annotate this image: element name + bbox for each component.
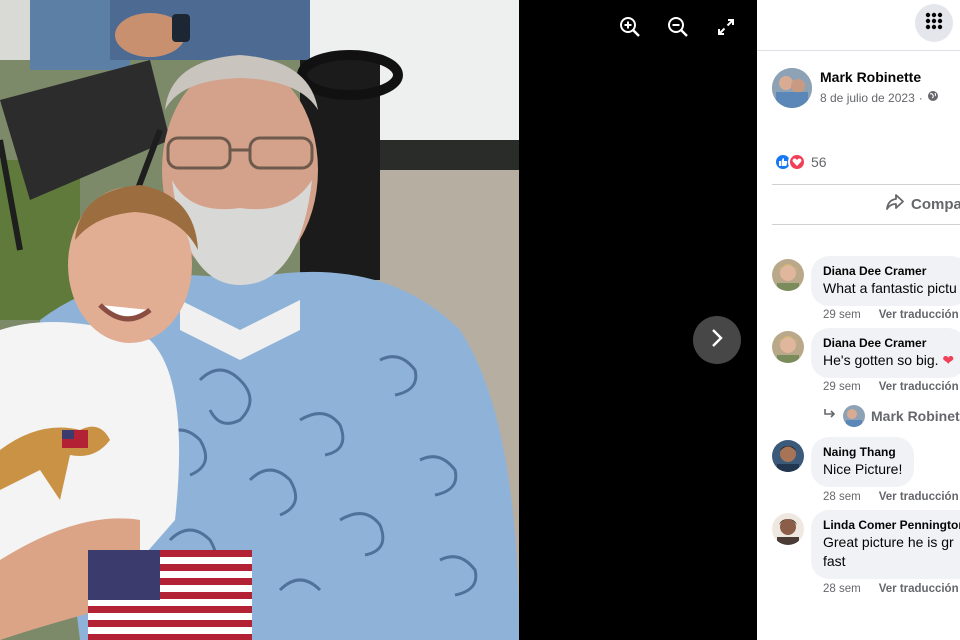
reactions-summary[interactable]: 56: [774, 153, 827, 171]
photo-viewer: [0, 0, 757, 640]
zoom-in-button[interactable]: [612, 14, 648, 44]
comment-actions: 28 sem Ver traducción: [823, 491, 959, 503]
comment-text: Nice Picture!: [823, 461, 903, 477]
avatar[interactable]: [772, 440, 804, 472]
comment-bubble: Diana Dee Cramer He's gotten so big. ❤: [811, 328, 960, 378]
comment-time[interactable]: 29 sem: [823, 309, 861, 321]
reaction-count: 56: [811, 154, 827, 170]
comment-text-body: He's gotten so big.: [823, 352, 943, 368]
grid-menu-icon: [924, 11, 944, 36]
translate-link[interactable]: Ver traducción: [879, 491, 959, 503]
post-photo[interactable]: [0, 0, 519, 640]
share-button[interactable]: Compa: [885, 193, 960, 216]
view-reply-button[interactable]: Mark Robinet: [823, 405, 960, 427]
avatar[interactable]: [772, 68, 812, 108]
avatar[interactable]: [772, 513, 804, 545]
comment-time[interactable]: 29 sem: [823, 381, 861, 393]
comment-time[interactable]: 28 sem: [823, 491, 861, 503]
love-icon: [788, 153, 806, 171]
comment-author[interactable]: Diana Dee Cramer: [823, 263, 957, 279]
translate-link[interactable]: Ver traducción: [879, 583, 959, 595]
comment-author[interactable]: Diana Dee Cramer: [823, 335, 954, 351]
next-photo-button[interactable]: [693, 316, 741, 364]
share-label: Compa: [911, 196, 960, 213]
divider: [772, 224, 960, 225]
comment-text: Great picture he is gr: [823, 534, 954, 550]
post-side-panel: Mark Robinette 8 de julio de 2023 · 56 C…: [757, 0, 960, 640]
comment-bubble: Diana Dee Cramer What a fantastic pictu: [811, 256, 960, 306]
comment-author[interactable]: Naing Thang: [823, 444, 902, 460]
comment-bubble: Linda Comer Pennington Great picture he …: [811, 510, 960, 579]
divider: [757, 50, 960, 51]
comment-text: He's gotten so big. ❤: [823, 351, 954, 370]
avatar: [843, 405, 865, 427]
chevron-right-icon: [710, 328, 724, 353]
share-icon: [885, 193, 905, 216]
comment-time[interactable]: 28 sem: [823, 583, 861, 595]
comment-actions: 28 sem Ver traducción: [823, 583, 959, 595]
post-header: Mark Robinette 8 de julio de 2023 ·: [772, 66, 960, 110]
fullscreen-icon: [717, 18, 735, 41]
avatar[interactable]: [772, 259, 804, 291]
post-date[interactable]: 8 de julio de 2023: [820, 91, 915, 105]
zoom-in-icon: [619, 16, 641, 43]
viewer-toolbar: [612, 14, 744, 44]
comment-actions: 29 sem Ver traducción: [823, 381, 959, 393]
comment-text: What a fantastic pictu: [823, 280, 957, 296]
globe-icon: [927, 90, 939, 105]
avatar[interactable]: [772, 331, 804, 363]
zoom-out-icon: [667, 16, 689, 43]
fullscreen-button[interactable]: [708, 14, 744, 44]
menu-button[interactable]: [915, 4, 953, 42]
zoom-out-button[interactable]: [660, 14, 696, 44]
translate-link[interactable]: Ver traducción: [879, 309, 959, 321]
comment-text-line2: fast: [823, 553, 846, 569]
comment-actions: 29 sem Ver traducción: [823, 309, 959, 321]
divider: [772, 184, 960, 185]
photo-viewer-window: Mark Robinette 8 de julio de 2023 · 56 C…: [0, 0, 960, 640]
reply-author: Mark Robinet: [871, 408, 960, 424]
comment-author[interactable]: Linda Comer Pennington: [823, 517, 960, 533]
post-meta: 8 de julio de 2023 ·: [820, 90, 939, 105]
heart-emoji: ❤: [942, 352, 955, 368]
reply-arrow-icon: [823, 407, 837, 425]
comment-bubble: Naing Thang Nice Picture!: [811, 437, 915, 487]
post-author-name[interactable]: Mark Robinette: [820, 69, 921, 85]
meta-separator: ·: [918, 90, 923, 105]
translate-link[interactable]: Ver traducción: [879, 381, 959, 393]
